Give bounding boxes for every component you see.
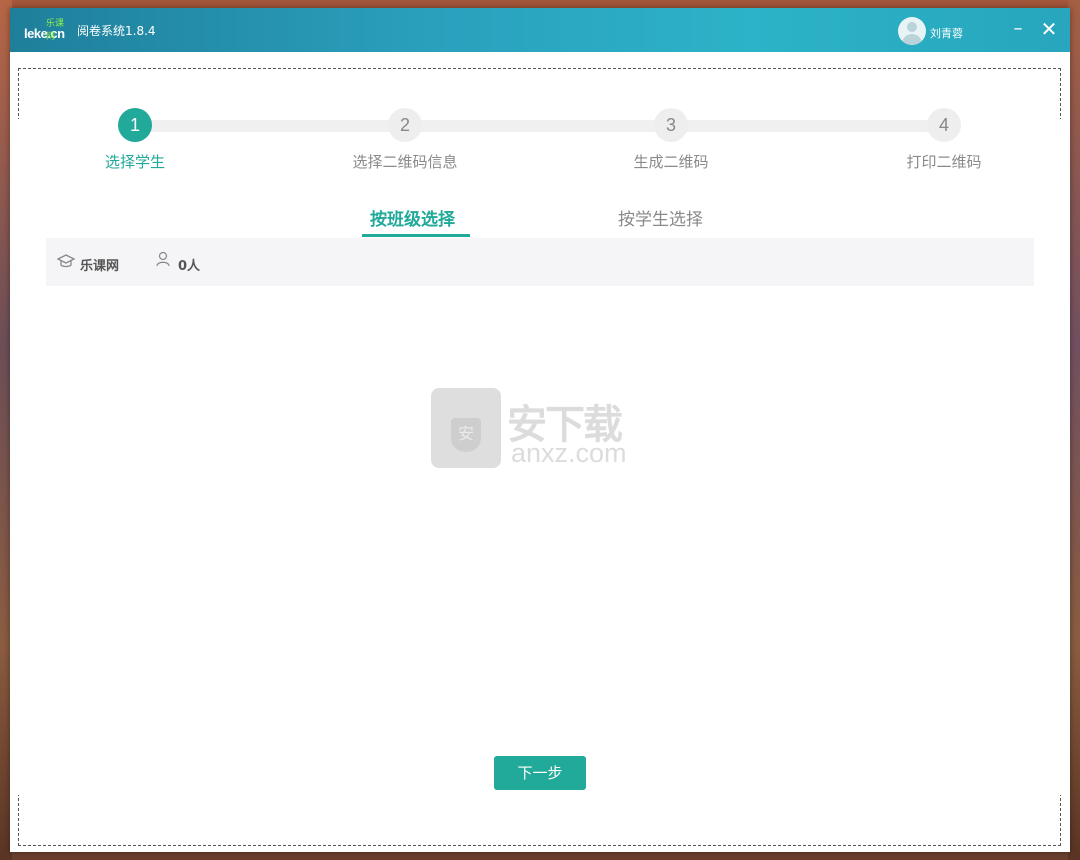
step-2: 2 选择二维码信息 (325, 108, 485, 172)
step-3-circle: 3 (654, 108, 688, 142)
tab-by-class[interactable]: 按班级选择 (370, 205, 455, 230)
step-1-label: 选择学生 (104, 153, 165, 171)
watermark-bag-icon: 安 (431, 388, 501, 468)
app-window: leke.cn 乐课网 阅卷系统1.8.4 刘青蓉 – ✕ 1 选择学生 2 选… (10, 8, 1070, 852)
step-4: 4 打印二维码 (864, 108, 1024, 172)
watermark-en-text: anxz.com (511, 438, 627, 468)
avatar-body-shape (902, 34, 922, 45)
logo-cn-text: 乐课网 (46, 19, 65, 42)
person-icon (156, 251, 170, 267)
step-1-circle: 1 (118, 108, 152, 142)
step-2-label: 选择二维码信息 (352, 153, 458, 171)
graduation-cap-icon (57, 254, 75, 268)
user-avatar[interactable] (898, 17, 926, 45)
steps-progress-track (144, 120, 954, 132)
school-name: 乐课网 (80, 259, 120, 274)
anxz-watermark: 安 安下载 anxz.com (431, 386, 656, 470)
step-1: 1 选择学生 (55, 108, 215, 172)
app-title: 阅卷系统1.8.4 (77, 24, 156, 38)
step-4-label: 打印二维码 (906, 153, 982, 171)
tab-by-student[interactable]: 按学生选择 (618, 205, 703, 230)
avatar-head-shape (907, 22, 917, 32)
close-button[interactable]: ✕ (1038, 18, 1060, 40)
minimize-button[interactable]: – (1007, 18, 1029, 40)
active-tab-indicator (362, 234, 470, 237)
student-count: 0人 (178, 259, 201, 274)
step-3: 3 生成二维码 (591, 108, 751, 172)
selection-tabs: 按班级选择 按学生选择 (46, 200, 1034, 240)
username[interactable]: 刘青蓉 (930, 25, 963, 41)
class-row[interactable]: 乐课网 0人 (46, 238, 1034, 286)
step-4-circle: 4 (927, 108, 961, 142)
leke-logo: leke.cn 乐课网 (24, 18, 72, 42)
title-bar[interactable]: leke.cn 乐课网 阅卷系统1.8.4 刘青蓉 – ✕ (10, 8, 1070, 52)
next-step-button[interactable]: 下一步 (494, 756, 586, 790)
watermark-shield-icon: 安 (451, 418, 481, 452)
step-2-circle: 2 (388, 108, 422, 142)
step-3-label: 生成二维码 (633, 153, 709, 171)
